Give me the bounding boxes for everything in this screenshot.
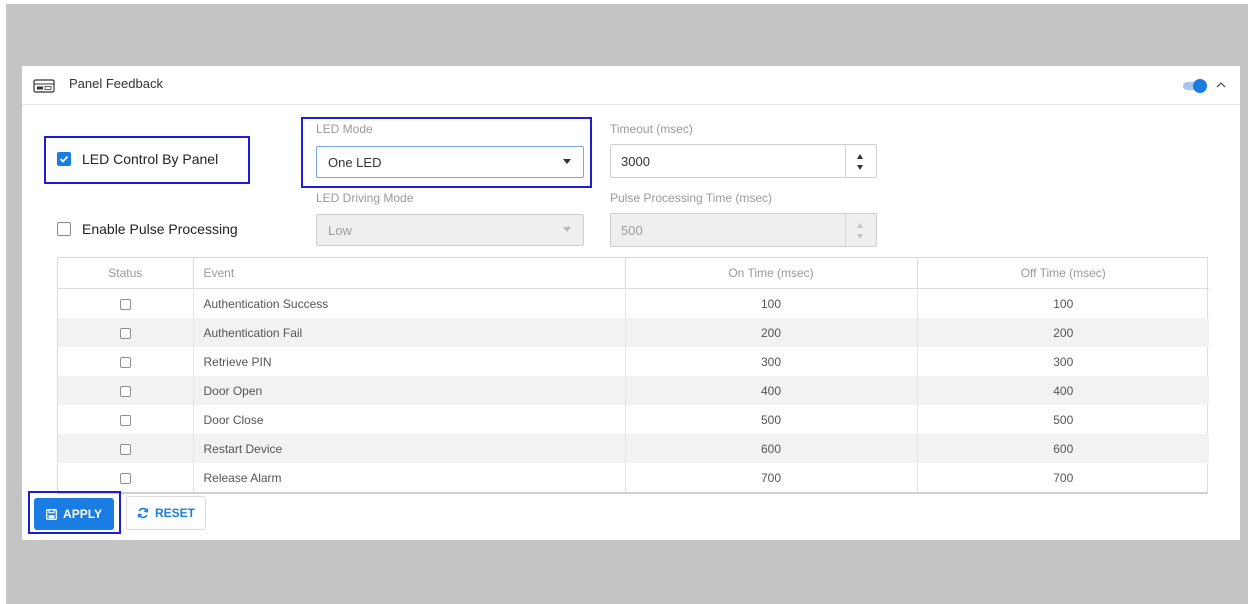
row-status-checkbox[interactable]: [119, 414, 131, 426]
dropdown-arrow-icon: [563, 227, 571, 232]
pulse-time-label: Pulse Processing Time (msec): [610, 191, 773, 205]
column-header-on-time: On Time (msec): [625, 258, 918, 289]
led-mode-value: One LED: [328, 154, 382, 170]
row-off-time: 200: [917, 318, 1209, 347]
stepper-down-icon[interactable]: [857, 234, 863, 239]
table-header-row: Status Event On Time (msec) Off Time (ms…: [58, 258, 1209, 289]
led-driving-mode-select[interactable]: Low: [316, 214, 584, 246]
timeout-value: 3000: [621, 153, 650, 169]
row-on-time: 500: [625, 405, 918, 434]
row-event: Restart Device: [193, 434, 626, 463]
table-row[interactable]: Release Alarm 700 700: [58, 463, 1209, 492]
row-on-time: 600: [625, 434, 918, 463]
row-status-checkbox[interactable]: [119, 443, 131, 455]
row-status-checkbox[interactable]: [119, 356, 131, 368]
panel-feedback-card: Panel Feedback LED Control By Panel Enab…: [22, 66, 1240, 540]
row-event: Authentication Fail: [193, 318, 626, 347]
timeout-label: Timeout (msec): [610, 122, 693, 136]
row-on-time: 700: [625, 463, 918, 492]
led-control-label: LED Control By Panel: [82, 151, 219, 167]
row-status-checkbox[interactable]: [119, 298, 131, 310]
stepper-up-icon[interactable]: [857, 154, 863, 159]
row-off-time: 700: [1053, 470, 1074, 485]
column-header-off-time: Off Time (msec): [917, 258, 1209, 289]
row-event: Door Close: [193, 405, 626, 434]
led-driving-mode-label: LED Driving Mode: [316, 191, 414, 205]
pulse-time-stepper[interactable]: [845, 214, 876, 246]
panel-title: Panel Feedback: [69, 76, 163, 91]
row-on-time: 100: [625, 288, 918, 318]
pulse-time-value: 500: [621, 222, 643, 238]
chevron-up-icon[interactable]: [1215, 80, 1227, 90]
row-off-time: 600: [917, 434, 1209, 463]
row-on-time: 300: [625, 347, 918, 376]
table-row[interactable]: Authentication Success 100 100: [58, 288, 1209, 318]
checkbox-unchecked-icon[interactable]: [57, 222, 71, 236]
row-on-time: 200: [625, 318, 918, 347]
row-status-checkbox[interactable]: [119, 472, 131, 484]
column-header-event: Event: [193, 258, 626, 289]
refresh-icon: [137, 507, 149, 519]
stepper-up-icon[interactable]: [857, 223, 863, 228]
panel-enable-toggle[interactable]: [1183, 79, 1207, 93]
timeout-stepper[interactable]: [845, 145, 876, 177]
save-icon: [46, 508, 57, 520]
row-off-time: 300: [1053, 354, 1074, 369]
panel-icon: [33, 79, 55, 93]
row-status-checkbox[interactable]: [119, 385, 131, 397]
table-row[interactable]: Authentication Fail 200 200: [58, 318, 1209, 347]
dropdown-arrow-icon: [563, 159, 571, 164]
row-off-time: 100: [1053, 296, 1074, 311]
led-event-table: Status Event On Time (msec) Off Time (ms…: [57, 257, 1209, 494]
table-row[interactable]: Door Close 500 500: [58, 405, 1209, 434]
pulse-processing-label: Enable Pulse Processing: [82, 221, 238, 237]
table-row[interactable]: Door Open 400 400: [58, 376, 1209, 405]
led-mode-label: LED Mode: [316, 122, 373, 136]
row-event: Retrieve PIN: [193, 347, 626, 376]
reset-label: RESET: [154, 506, 195, 520]
row-off-time: 500: [1053, 412, 1074, 427]
led-driving-mode-value: Low: [328, 222, 352, 238]
row-event: Door Open: [193, 376, 626, 405]
row-off-time: 400: [917, 376, 1209, 405]
led-control-checkbox[interactable]: LED Control By Panel: [57, 151, 218, 167]
apply-button[interactable]: APPLY: [34, 498, 114, 530]
table-row[interactable]: Restart Device 600 600: [58, 434, 1209, 463]
pulse-processing-checkbox[interactable]: Enable Pulse Processing: [57, 221, 238, 237]
apply-label: APPLY: [63, 507, 102, 521]
panel-header: Panel Feedback: [22, 66, 1240, 105]
timeout-input[interactable]: 3000: [610, 144, 877, 178]
row-status-checkbox[interactable]: [119, 327, 131, 339]
row-event: Authentication Success: [193, 288, 626, 318]
led-mode-select[interactable]: One LED: [316, 146, 584, 178]
row-on-time: 400: [625, 376, 918, 405]
table-row[interactable]: Retrieve PIN 300 300: [58, 347, 1209, 376]
column-header-status: Status: [58, 258, 194, 289]
reset-button[interactable]: RESET: [126, 496, 206, 530]
pulse-time-input[interactable]: 500: [610, 213, 877, 247]
row-event: Release Alarm: [193, 463, 626, 492]
stepper-down-icon[interactable]: [857, 165, 863, 170]
checkbox-checked-icon[interactable]: [57, 152, 71, 166]
